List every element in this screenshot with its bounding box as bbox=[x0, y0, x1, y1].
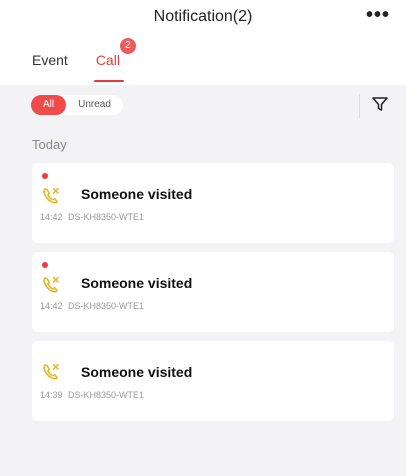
notification-device: DS-KH8350-WTE1 bbox=[68, 212, 145, 222]
tab-event-label: Event bbox=[32, 52, 68, 68]
tab-call[interactable]: Call 2 bbox=[93, 38, 136, 82]
section-header-today: Today bbox=[32, 137, 67, 152]
unread-dot bbox=[42, 262, 48, 268]
tab-bar: Event Call 2 bbox=[32, 38, 136, 82]
filter-all-chip[interactable]: All bbox=[31, 95, 67, 115]
page-title: Notification(2) bbox=[153, 8, 253, 25]
notification-time: 14:39 bbox=[40, 390, 63, 400]
tab-call-label: Call bbox=[95, 52, 120, 68]
filter-unread-chip[interactable]: Unread bbox=[66, 95, 123, 115]
notification-card[interactable]: Someone visited 14:39 DS-KH8350-WTE1 bbox=[32, 341, 394, 421]
tab-event[interactable]: Event bbox=[32, 52, 68, 76]
divider bbox=[359, 94, 360, 118]
filter-bar: All Unread bbox=[0, 88, 406, 122]
notification-title: Someone visited bbox=[81, 364, 193, 380]
unread-dot bbox=[42, 173, 48, 179]
funnel-icon[interactable] bbox=[370, 94, 390, 114]
notification-device: DS-KH8350-WTE1 bbox=[68, 390, 145, 400]
notification-title: Someone visited bbox=[81, 275, 193, 291]
read-filter-toggle: All Unread bbox=[31, 95, 123, 115]
missed-call-icon bbox=[43, 363, 59, 380]
missed-call-icon bbox=[43, 187, 59, 204]
header: Notification(2) ••• Event Call 2 bbox=[0, 0, 406, 85]
notification-title: Someone visited bbox=[81, 186, 193, 202]
notification-device: DS-KH8350-WTE1 bbox=[68, 301, 145, 311]
notification-card[interactable]: Someone visited 14:42 DS-KH8350-WTE1 bbox=[32, 252, 394, 332]
notification-time: 14:42 bbox=[40, 301, 63, 311]
notification-card[interactable]: Someone visited 14:42 DS-KH8350-WTE1 bbox=[32, 163, 394, 243]
missed-call-icon bbox=[43, 276, 59, 293]
notification-time: 14:42 bbox=[40, 212, 63, 222]
unread-count-badge: 2 bbox=[119, 38, 136, 54]
more-options-button[interactable]: ••• bbox=[366, 4, 390, 27]
